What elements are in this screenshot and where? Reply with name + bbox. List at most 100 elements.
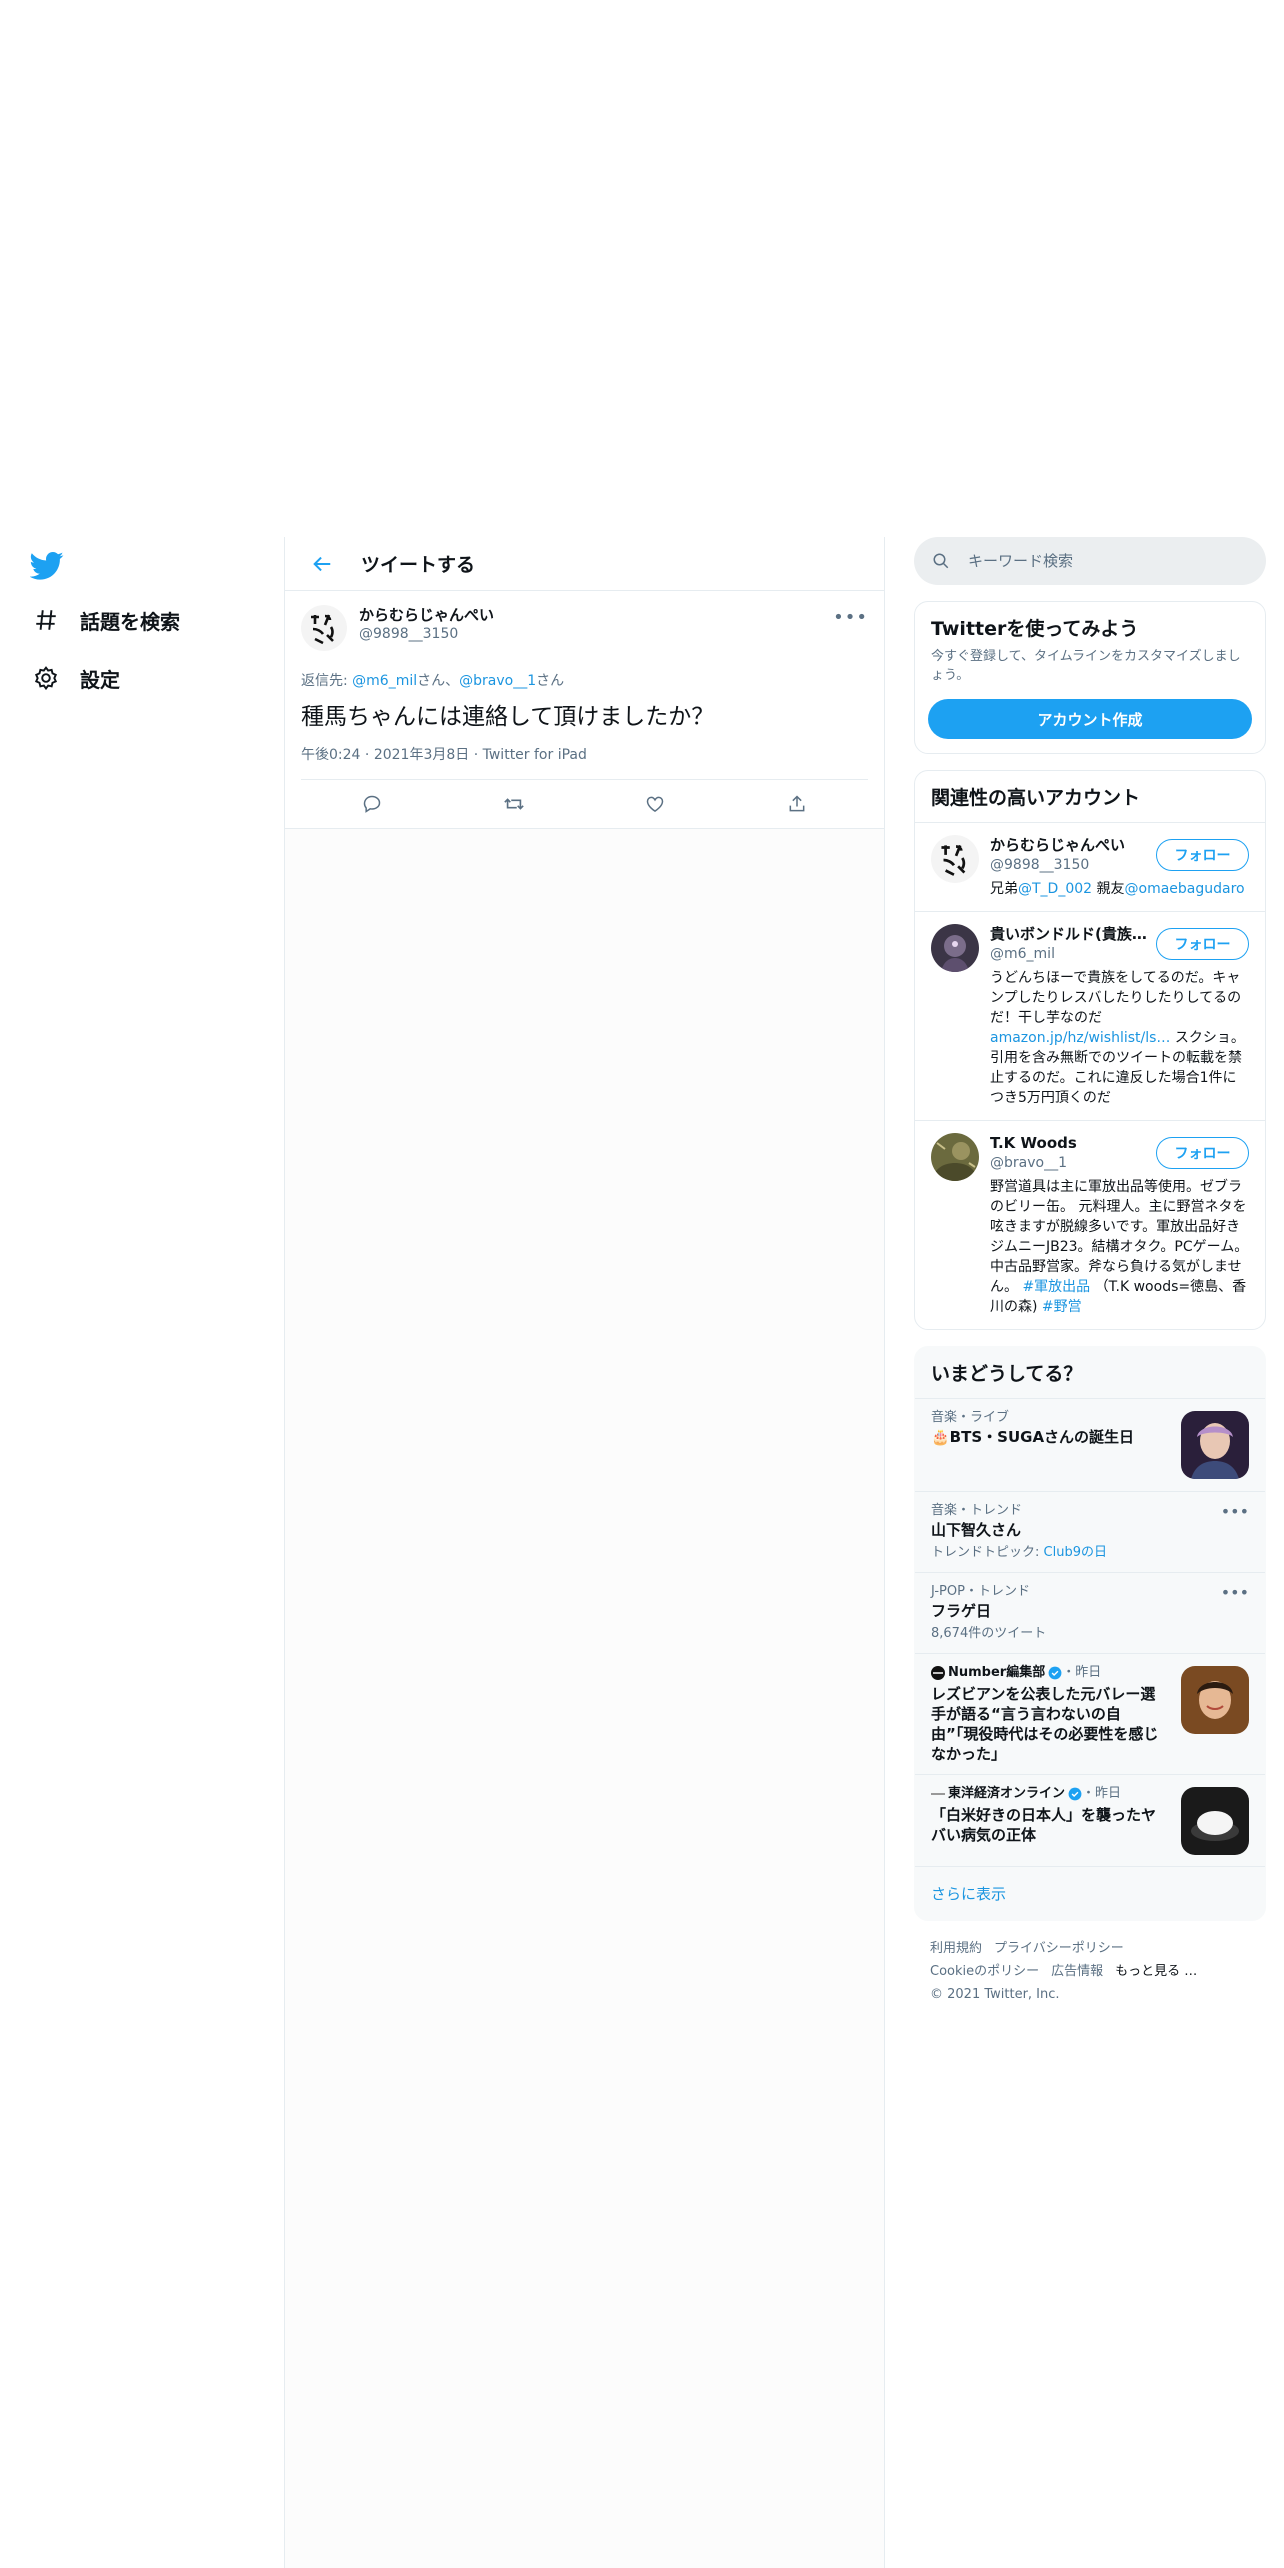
page-title: ツイートする xyxy=(361,554,476,576)
account-name: からむらじゃんぺい xyxy=(990,836,1126,854)
account-bio: 兄弟@T_D_002 親友@omaebagudaro xyxy=(990,879,1249,899)
twitter-logo-icon[interactable] xyxy=(29,551,64,581)
source-logo-icon xyxy=(931,1666,945,1680)
footer-link-more[interactable]: もっと見る … xyxy=(1115,1964,1197,1979)
account-name: T.K Woods xyxy=(990,1134,1077,1152)
reply-user-link[interactable]: @m6_mil xyxy=(352,673,417,689)
trend-context: J-POP・トレンド xyxy=(931,1584,1030,1599)
tweet: からむらじゃんぺい @9898__3150 ••• 返信先: @m6_milさん… xyxy=(285,591,884,829)
news-time: ・昨日 xyxy=(1062,1665,1102,1680)
follow-button[interactable]: フォロー xyxy=(1156,1137,1249,1169)
create-account-button[interactable]: アカウント作成 xyxy=(928,699,1252,739)
verified-badge-icon xyxy=(1068,1787,1082,1801)
account-item[interactable]: 貴いボンドルド(貴族… @m6_mil うどんちほーで貴族をしてるのだ。キャンプ… xyxy=(915,911,1265,1120)
show-more-link[interactable]: さらに表示 xyxy=(915,1866,1265,1920)
more-options-icon[interactable]: ••• xyxy=(1221,1583,1249,1602)
bio-text: うどんちほーで貴族をしてるのだ。キャンプしたりレスバしたりしたりしてるのだ！干し… xyxy=(990,970,1242,1026)
left-nav: 話題を検索 設定 xyxy=(0,537,284,2568)
news-time: ・昨日 xyxy=(1082,1786,1122,1801)
bio-link[interactable]: amazon.jp/hz/wishlist/ls… xyxy=(990,1030,1170,1046)
news-item[interactable]: 東洋経済オンライン ・昨日 「白米好きの日本人」を襲ったヤバい病気の正体 xyxy=(915,1774,1265,1866)
tweet-client[interactable]: Twitter for iPad xyxy=(483,747,587,763)
share-icon xyxy=(789,795,805,812)
avatar[interactable] xyxy=(931,1133,979,1181)
like-button[interactable] xyxy=(635,784,675,824)
avatar[interactable] xyxy=(931,835,979,883)
back-arrow-icon xyxy=(313,556,331,571)
reply-suffix: さん、 xyxy=(417,673,460,689)
bio-link[interactable]: #軍放出品 xyxy=(1022,1279,1090,1295)
tweet-actions xyxy=(301,780,868,828)
signup-description: 今すぐ登録して、タイムラインをカスタマイズしましょう。 xyxy=(931,649,1241,683)
account-item[interactable]: からむらじゃんぺい @9898__3150 兄弟@T_D_002 親友@omae… xyxy=(915,822,1265,911)
search-icon xyxy=(933,553,949,569)
search-input[interactable] xyxy=(968,552,1228,570)
tweet-meta: 午後0:24 · 2021年3月8日 · Twitter for iPad xyxy=(301,745,868,780)
copyright: © 2021 Twitter, Inc. xyxy=(930,1987,1060,2002)
reply-to-line: 返信先: @m6_milさん、@bravo__1さん xyxy=(301,671,868,691)
trends-card: いまどうしてる？ 音楽・ライブ 🎂BTS・SUGAさんの誕生日 音楽・トレンド … xyxy=(914,1346,1266,1921)
trend-subtitle: トレンドトピック: Club9の日 xyxy=(931,1544,1249,1562)
trends-title: いまどうしてる？ xyxy=(931,1363,1083,1385)
nav-explore[interactable]: 話題を検索 xyxy=(30,600,180,640)
trend-title: 山下智久さん xyxy=(931,1521,1022,1539)
back-button[interactable] xyxy=(305,547,339,581)
avatar[interactable] xyxy=(301,605,347,651)
avatar[interactable] xyxy=(931,924,979,972)
nav-settings[interactable]: 設定 xyxy=(30,658,120,698)
tweet-date[interactable]: 2021年3月8日 xyxy=(374,747,469,763)
more-options-icon[interactable]: ••• xyxy=(1221,1502,1249,1521)
reply-prefix: 返信先: xyxy=(301,673,353,689)
trend-item[interactable]: 音楽・トレンド 山下智久さん トレンドトピック: Club9の日 ••• xyxy=(915,1491,1265,1572)
bio-link[interactable]: @omaebagudaro xyxy=(1125,881,1245,897)
trend-thumbnail xyxy=(1181,1411,1249,1479)
footer-link-cookies[interactable]: Cookieのポリシー xyxy=(930,1964,1039,1979)
footer: 利用規約 プライバシーポリシー Cookieのポリシー 広告情報 もっと見る … © … xyxy=(914,1937,1266,2006)
news-thumbnail xyxy=(1181,1666,1249,1734)
footer-link-terms[interactable]: 利用規約 xyxy=(930,1941,982,1956)
retweet-button[interactable] xyxy=(494,784,534,824)
account-item[interactable]: T.K Woods @bravo__1 野営道具は主に軍放出品等使用。ゼブラのビ… xyxy=(915,1120,1265,1329)
news-thumbnail xyxy=(1181,1787,1249,1855)
account-bio: 野営道具は主に軍放出品等使用。ゼブラのビリー缶。 元料理人。主に野営ネタを呟きま… xyxy=(990,1177,1249,1317)
news-headline: 「白米好きの日本人」を襲ったヤバい病気の正体 xyxy=(931,1806,1157,1844)
follow-button[interactable]: フォロー xyxy=(1156,839,1249,871)
share-button[interactable] xyxy=(777,784,817,824)
account-name: 貴いボンドルド(貴族… xyxy=(990,925,1147,943)
trend-context: 音楽・トレンド xyxy=(931,1503,1023,1518)
tweet-author-handle[interactable]: @9898__3150 xyxy=(359,625,494,644)
related-title: 関連性の高いアカウント xyxy=(931,787,1141,809)
bio-text: 野営道具は主に軍放出品等使用。ゼブラのビリー缶。 元料理人。主に野営ネタを呟きま… xyxy=(990,1179,1249,1295)
trend-item[interactable]: 音楽・ライブ 🎂BTS・SUGAさんの誕生日 xyxy=(915,1398,1265,1491)
bio-text: 兄弟 xyxy=(990,881,1018,897)
search-box[interactable] xyxy=(914,537,1266,585)
trend-topic-link[interactable]: Club9の日 xyxy=(1044,1545,1107,1560)
news-headline: レズビアンを公表した元バレー選手が語る“言う言わないの自由”「現役時代はその必要… xyxy=(931,1685,1159,1763)
bio-text: 親友 xyxy=(1092,881,1125,897)
footer-link-privacy[interactable]: プライバシーポリシー xyxy=(994,1941,1124,1956)
more-options-icon[interactable]: ••• xyxy=(833,607,868,628)
trend-title: 🎂BTS・SUGAさんの誕生日 xyxy=(931,1428,1135,1446)
nav-explore-label: 話題を検索 xyxy=(80,609,180,634)
heart-icon xyxy=(647,796,664,812)
follow-button[interactable]: フォロー xyxy=(1156,928,1249,960)
tweet-text: 種馬ちゃんには連絡して頂けましたか？ xyxy=(301,704,715,730)
news-item[interactable]: Number編集部 ・昨日 レズビアンを公表した元バレー選手が語る“言う言わない… xyxy=(915,1653,1265,1774)
tweet-time[interactable]: 午後0:24 xyxy=(301,747,360,763)
news-source-name: 東洋経済オンライン xyxy=(948,1786,1066,1801)
reply-suffix: さん xyxy=(536,673,565,689)
main-column: ツイートする からむらじゃんぺい @9898__3150 ••• 返信先: @m… xyxy=(284,537,885,2568)
tweet-author-name[interactable]: からむらじゃんぺい xyxy=(359,605,494,625)
bio-link[interactable]: @T_D_002 xyxy=(1018,881,1092,897)
reply-user-link[interactable]: @bravo__1 xyxy=(459,673,536,689)
trend-item[interactable]: J-POP・トレンド フラゲ日 8,674件のツイート ••• xyxy=(915,1572,1265,1653)
hashtag-icon xyxy=(30,604,62,636)
footer-link-ads[interactable]: 広告情報 xyxy=(1051,1964,1103,1979)
gear-icon xyxy=(30,662,62,694)
reply-button[interactable] xyxy=(352,784,392,824)
related-accounts-card: 関連性の高いアカウント からむらじゃんぺい @9898__3150 兄弟@T_D… xyxy=(914,770,1266,1330)
source-logo-icon xyxy=(931,1793,945,1795)
signup-card: Twitterを使ってみよう 今すぐ登録して、タイムラインをカスタマイズしましょ… xyxy=(914,601,1266,754)
bio-link[interactable]: #野営 xyxy=(1042,1299,1082,1315)
retweet-icon xyxy=(503,798,524,810)
